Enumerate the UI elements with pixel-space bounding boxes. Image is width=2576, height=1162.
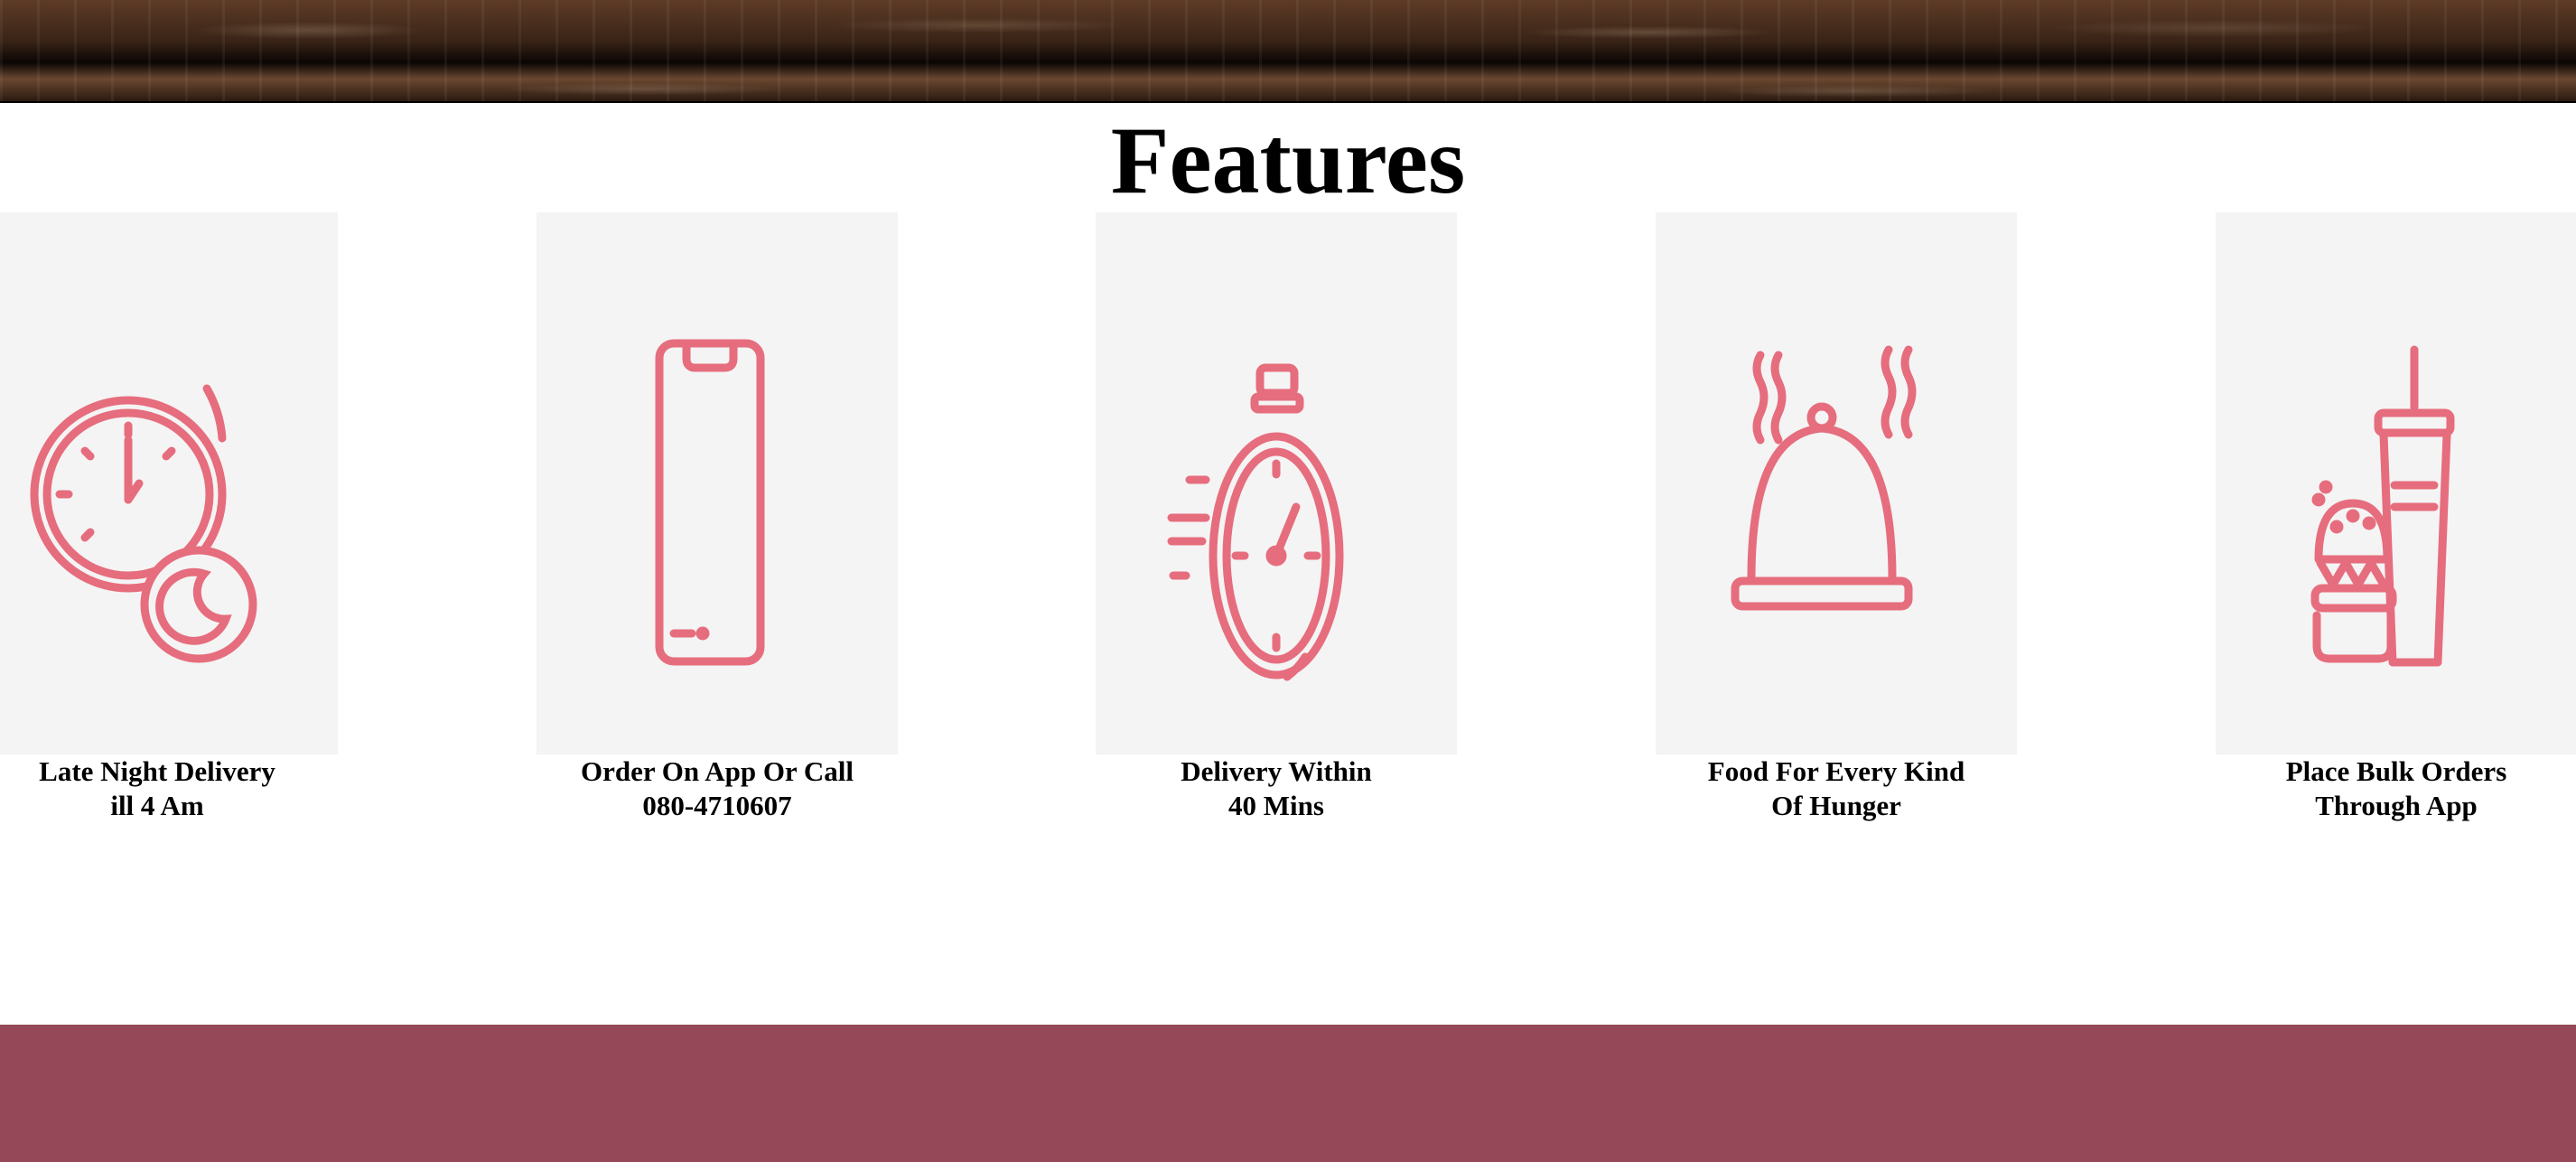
feature-card-delivery-time: Delivery Within 40 Mins xyxy=(1096,212,1457,823)
feature-image xyxy=(1096,212,1457,754)
feature-caption: Delivery Within 40 Mins xyxy=(1181,755,1372,821)
feature-image xyxy=(1656,212,2017,754)
features-heading: Features xyxy=(1110,108,1466,213)
feature-image xyxy=(0,212,338,754)
smartphone-icon xyxy=(655,339,765,666)
feature-caption: Order On App Or Call 080-4710607 xyxy=(580,755,854,821)
feature-image xyxy=(537,212,898,754)
burger-drink-icon xyxy=(2310,345,2455,667)
hero-wood-banner xyxy=(0,0,2576,103)
feature-card-order-app: Order On App Or Call 080-4710607 xyxy=(537,212,898,823)
feature-card-bulk-orders: Place Bulk Orders Through App xyxy=(2216,212,2576,823)
feature-caption: Place Bulk Orders Through App xyxy=(2285,755,2507,821)
feature-image xyxy=(2216,212,2576,754)
food-cloche-icon xyxy=(1731,345,1917,611)
feature-caption: Late Night Delivery ill 4 Am xyxy=(39,755,275,821)
feature-card-late-night: Late Night Delivery ill 4 Am xyxy=(0,212,338,823)
clock-moon-icon xyxy=(30,384,257,663)
feature-card-food-variety: Food For Every Kind Of Hunger xyxy=(1656,212,2017,823)
feature-caption: Food For Every Kind Of Hunger xyxy=(1707,755,1965,821)
footer-bar xyxy=(0,1025,2576,1162)
stopwatch-icon xyxy=(1167,363,1344,681)
